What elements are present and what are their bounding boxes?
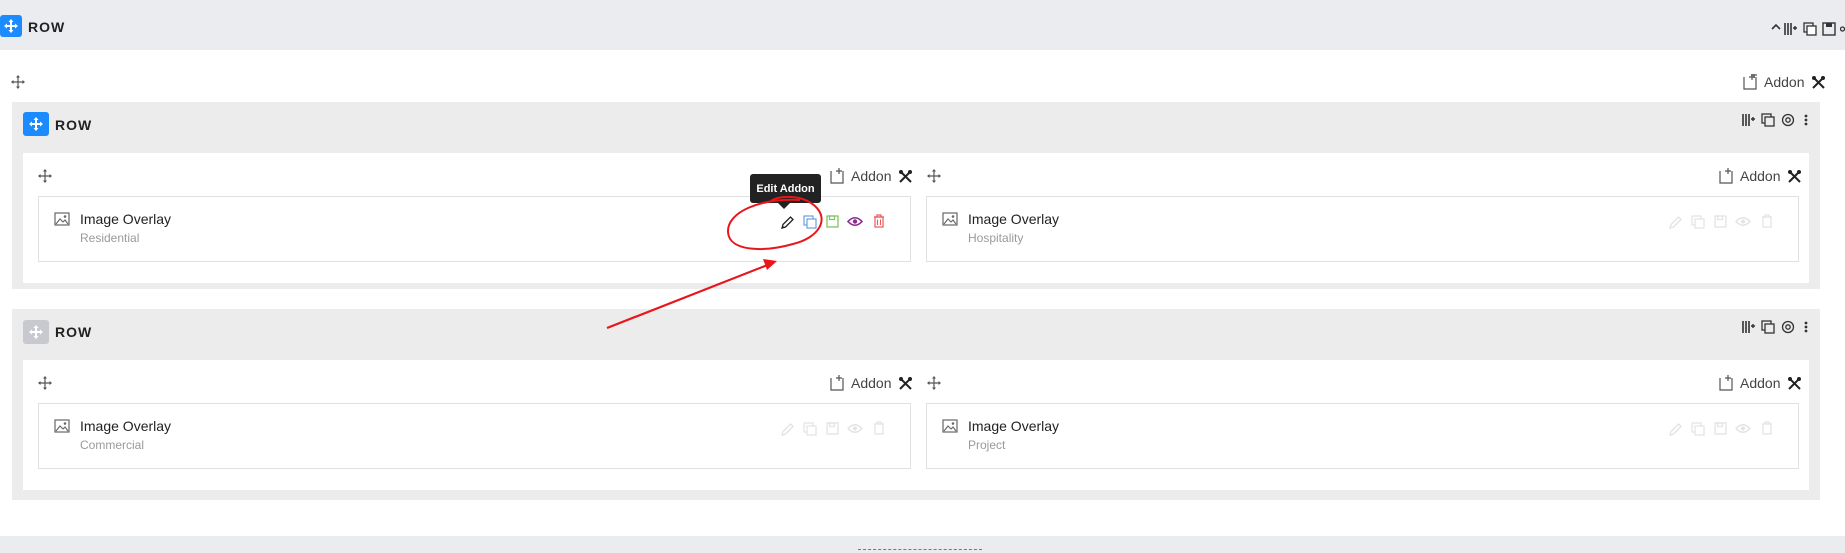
add-addon-button[interactable]: Addon	[829, 168, 891, 184]
columns-icon[interactable]	[1742, 320, 1756, 334]
add-addon-button[interactable]: Addon	[1742, 74, 1804, 90]
edit-addon-tooltip: Edit Addon	[750, 174, 821, 209]
row-move-handle[interactable]	[0, 15, 22, 37]
more-icon[interactable]	[1804, 114, 1808, 126]
settings-icon[interactable]	[1781, 113, 1795, 127]
preview-eye-icon[interactable]	[1735, 216, 1751, 227]
tools-icon[interactable]	[1812, 76, 1825, 89]
delete-icon[interactable]	[1761, 421, 1773, 435]
copy-icon[interactable]	[1761, 113, 1775, 127]
save-icon[interactable]	[1714, 215, 1727, 228]
duplicate-icon[interactable]	[803, 215, 817, 229]
inner-row-1-move-handle[interactable]	[23, 112, 49, 136]
add-addon-button[interactable]: Addon	[1718, 375, 1780, 391]
edit-icon[interactable]	[780, 215, 795, 230]
add-file-icon	[1719, 375, 1733, 391]
inner-row-2-title: ROW	[55, 324, 93, 340]
copy-icon[interactable]	[1803, 22, 1817, 36]
column-move-icon[interactable]	[11, 75, 25, 89]
copy-icon[interactable]	[1761, 320, 1775, 334]
column-move-icon[interactable]	[927, 376, 941, 390]
addon-subtitle: Residential	[80, 231, 140, 245]
duplicate-icon[interactable]	[803, 422, 817, 436]
addon-subtitle: Project	[968, 438, 1006, 452]
duplicate-icon[interactable]	[1691, 422, 1705, 436]
settings-icon[interactable]	[1781, 320, 1795, 334]
preview-eye-icon[interactable]	[1735, 423, 1751, 434]
addon-card[interactable]: Image Overlay Project	[926, 403, 1799, 469]
addon-title: Image Overlay	[80, 418, 172, 434]
addon-subtitle: Commercial	[80, 438, 145, 452]
duplicate-icon[interactable]	[1691, 215, 1705, 229]
image-icon	[942, 212, 958, 226]
save-icon[interactable]	[1822, 22, 1836, 36]
save-icon[interactable]	[1714, 422, 1727, 435]
edit-icon[interactable]	[1668, 215, 1683, 230]
image-icon	[942, 419, 958, 433]
tools-icon[interactable]	[1788, 170, 1801, 183]
tools-icon[interactable]	[899, 170, 912, 183]
addon-title: Image Overlay	[968, 211, 1060, 227]
delete-icon[interactable]	[873, 421, 885, 435]
row-title: ROW	[28, 19, 66, 35]
edit-icon[interactable]	[780, 422, 795, 437]
column-move-icon[interactable]	[927, 169, 941, 183]
collapse-chevron-icon[interactable]	[1771, 23, 1781, 31]
add-file-icon	[830, 168, 844, 184]
settings-icon[interactable]	[1840, 22, 1845, 36]
columns-icon[interactable]	[1784, 22, 1798, 36]
column-move-icon[interactable]	[38, 376, 52, 390]
add-addon-button[interactable]: Addon	[829, 375, 891, 391]
move-icon	[29, 325, 43, 339]
image-icon	[54, 419, 70, 433]
add-addon-button[interactable]: Addon	[1718, 168, 1780, 184]
add-file-icon	[1719, 168, 1733, 184]
inner-row-1-title: ROW	[55, 117, 93, 133]
preview-eye-icon[interactable]	[847, 423, 863, 434]
addon-subtitle: Hospitality	[968, 231, 1024, 245]
more-icon[interactable]	[1804, 321, 1808, 333]
add-file-icon	[830, 375, 844, 391]
tools-icon[interactable]	[899, 377, 912, 390]
delete-icon[interactable]	[873, 214, 885, 228]
delete-icon[interactable]	[1761, 214, 1773, 228]
column-move-icon[interactable]	[38, 169, 52, 183]
addon-card[interactable]: Image Overlay Commercial	[38, 403, 911, 469]
image-icon	[54, 212, 70, 226]
move-icon	[4, 19, 18, 33]
preview-eye-icon[interactable]	[847, 216, 863, 227]
save-icon[interactable]	[826, 422, 839, 435]
save-icon[interactable]	[826, 215, 839, 228]
addon-title: Image Overlay	[968, 418, 1060, 434]
drop-placeholder-line	[858, 549, 982, 550]
addon-card[interactable]: Image Overlay Hospitality	[926, 196, 1799, 262]
edit-icon[interactable]	[1668, 422, 1683, 437]
tools-icon[interactable]	[1788, 377, 1801, 390]
inner-row-2-move-handle[interactable]	[23, 320, 49, 344]
addon-title: Image Overlay	[80, 211, 172, 227]
add-file-icon	[1743, 74, 1757, 90]
move-icon	[29, 117, 43, 131]
columns-icon[interactable]	[1742, 113, 1756, 127]
